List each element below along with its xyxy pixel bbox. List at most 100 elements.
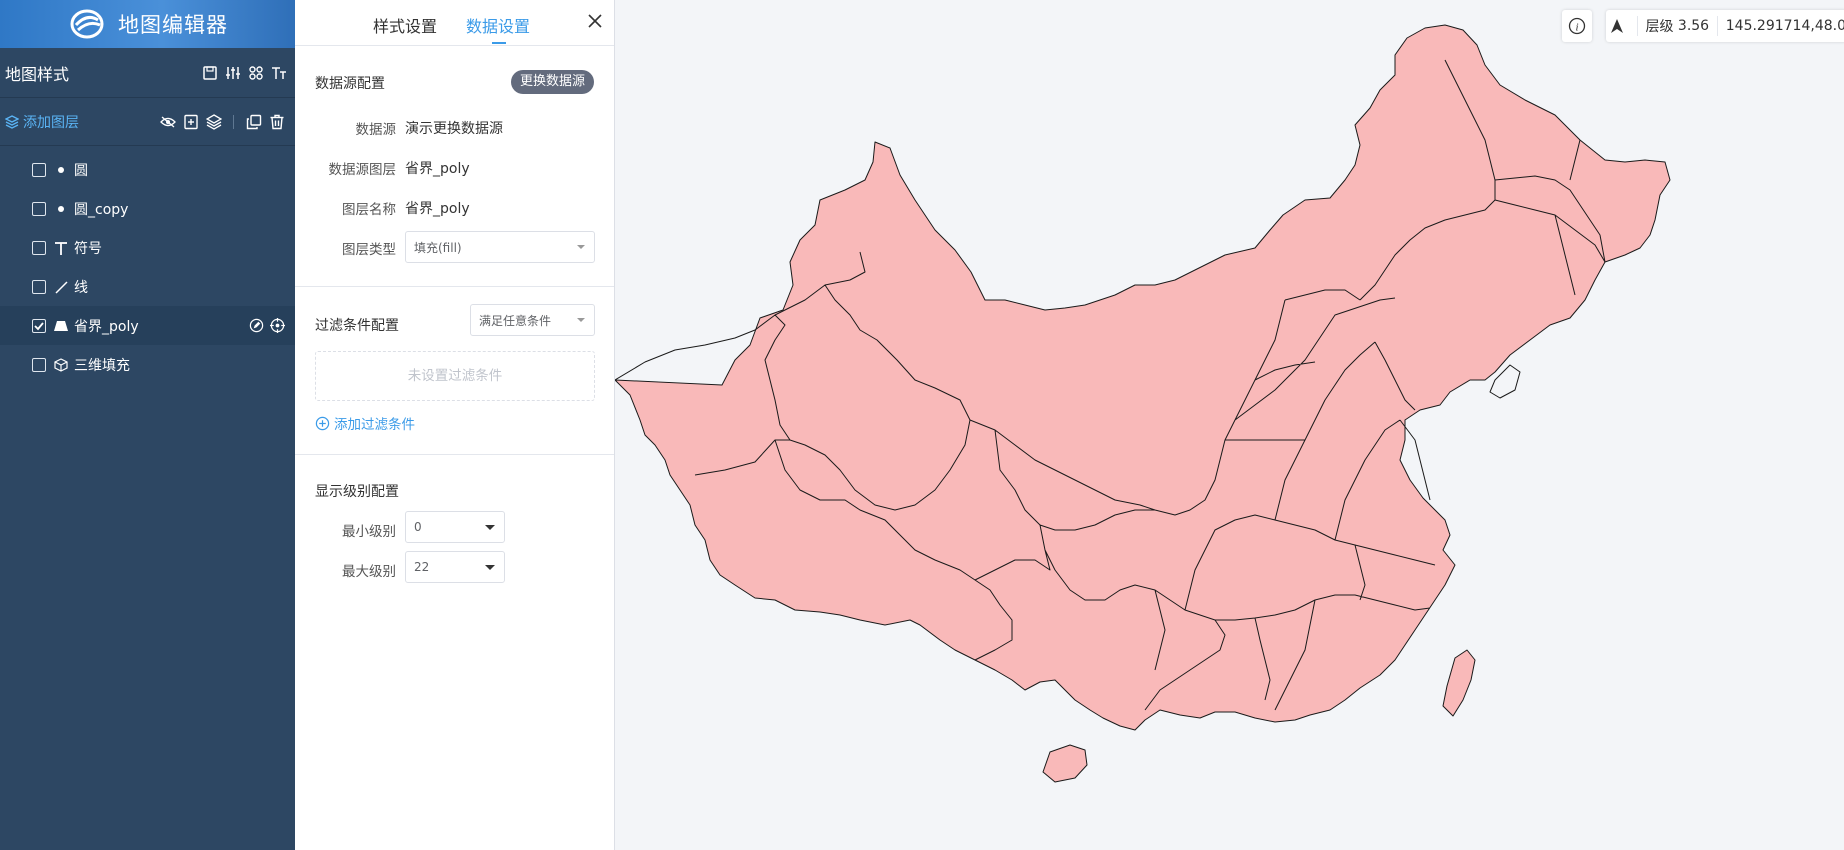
layer-label: 圆_copy: [74, 201, 129, 218]
datasource-title: 数据源配置: [315, 76, 385, 92]
delete-icon[interactable]: [269, 114, 285, 130]
edit-icon[interactable]: [249, 318, 264, 333]
info-icon: i: [1568, 17, 1586, 35]
info-button[interactable]: i: [1562, 10, 1592, 42]
source-layer-value: 省界_poly: [405, 161, 470, 177]
layer-label: 三维填充: [74, 357, 130, 374]
map-canvas[interactable]: i 层级 3.56 145.291714,48.0: [615, 0, 1844, 850]
layer-item[interactable]: 符号: [0, 228, 295, 267]
max-zoom-label: 最大级别: [342, 564, 396, 580]
layer-label: 省界_poly: [74, 318, 139, 335]
add-filter-label: 添加过滤条件: [334, 417, 415, 433]
eye-hide-icon[interactable]: [160, 114, 176, 130]
add-layer-button[interactable]: 添加图层: [5, 112, 79, 132]
min-zoom-value: 0: [414, 520, 422, 534]
add-circle-icon: [315, 416, 330, 430]
panel-tabs: 样式设置 数据设置: [295, 0, 614, 46]
layer-item[interactable]: 圆_copy: [0, 189, 295, 228]
layer-checkbox[interactable]: [32, 240, 46, 255]
min-zoom-label: 最小级别: [342, 524, 396, 540]
add-file-icon[interactable]: [183, 114, 199, 130]
filter-mode-value: 满足任意条件: [479, 313, 552, 328]
zoom-level-label: 层级: [1645, 19, 1674, 35]
zoom-level-value: 3.56: [1677, 18, 1710, 34]
circle-icon: [54, 202, 68, 216]
map-status-bar: 层级 3.56 145.291714,48.0: [1606, 10, 1844, 42]
layer-settings-panel: 样式设置 数据设置 数据源配置 更换数据源 数据源 演示更换数据源 数据源图层 …: [295, 0, 615, 850]
layer-label: 线: [74, 279, 88, 296]
layer-list: 圆 圆_copy 符号 线 省界_poly 三维填充: [0, 146, 295, 384]
source-layer-label: 数据源图层: [328, 162, 397, 178]
chevron-down-icon: [485, 525, 495, 530]
max-zoom-value: 22: [414, 560, 430, 574]
divider: [1636, 16, 1638, 36]
tab-data-settings[interactable]: 数据设置: [466, 13, 530, 37]
layer-toolbar: 添加图层: [0, 98, 295, 146]
layers-add-icon: [5, 114, 19, 129]
app-header: 地图编辑器: [0, 0, 295, 48]
locate-icon[interactable]: [270, 318, 285, 333]
app-logo-icon: [70, 9, 104, 39]
add-filter-button[interactable]: 添加过滤条件: [315, 413, 415, 433]
circle-icon: [54, 163, 68, 177]
layer-checkbox[interactable]: [32, 357, 46, 372]
filter-section: 过滤条件配置 满足任意条件 未设置过滤条件 添加过滤条件: [295, 287, 614, 455]
layer-type-select[interactable]: 填充(fill): [405, 231, 595, 263]
layer-checkbox[interactable]: [32, 201, 46, 216]
layer-label: 符号: [74, 240, 102, 257]
hainan: [1042, 744, 1088, 783]
layer-checkbox-checked[interactable]: [32, 318, 46, 333]
active-tab-indicator: [492, 42, 506, 44]
datasource-section: 数据源配置 更换数据源 数据源 演示更换数据源 数据源图层 省界_poly 图层…: [295, 46, 614, 287]
layer-name-value: 省界_poly: [405, 201, 470, 217]
max-zoom-select[interactable]: 22: [405, 551, 505, 583]
font-icon[interactable]: [271, 65, 287, 81]
polygon-icon: [54, 319, 68, 333]
change-datasource-button[interactable]: 更换数据源: [510, 70, 594, 94]
layer-item[interactable]: 圆: [0, 150, 295, 189]
chevron-down-icon: [577, 245, 585, 249]
zoom-range-title: 显示级别配置: [315, 484, 399, 500]
min-zoom-select[interactable]: 0: [405, 511, 505, 543]
map-style-bar: 地图样式: [0, 48, 295, 98]
empty-filter-placeholder: 未设置过滤条件: [315, 351, 595, 401]
china-province-map[interactable]: [615, 0, 1844, 850]
sprite-grid-icon[interactable]: [248, 65, 264, 81]
taiwan: [1442, 649, 1476, 717]
adjust-sliders-icon[interactable]: [225, 65, 241, 81]
save-icon[interactable]: [202, 65, 218, 81]
add-layer-label: 添加图层: [23, 114, 79, 131]
layer-item-active[interactable]: 省界_poly: [0, 306, 295, 345]
layer-type-label: 图层类型: [342, 242, 396, 258]
filter-title: 过滤条件配置: [315, 318, 399, 334]
layer-checkbox[interactable]: [32, 279, 46, 294]
layers-icon[interactable]: [206, 113, 222, 130]
toolbar-divider: [233, 114, 239, 129]
line-icon: [54, 280, 68, 294]
svg-text:i: i: [1575, 22, 1578, 34]
datasource-value: 演示更换数据源: [405, 121, 503, 137]
app-title: 地图编辑器: [118, 13, 228, 37]
layer-checkbox[interactable]: [32, 162, 46, 177]
divider: [1717, 16, 1718, 36]
chevron-down-icon: [485, 565, 495, 570]
copy-icon[interactable]: [246, 114, 262, 130]
layer-item[interactable]: 三维填充: [0, 345, 295, 384]
tab-style-settings[interactable]: 样式设置: [373, 13, 437, 37]
datasource-label: 数据源: [355, 122, 397, 138]
left-sidebar: 地图编辑器 地图样式 添加图层 圆 圆_copy 符号 线 省界_poly 三维…: [0, 0, 295, 850]
cube-icon: [54, 357, 68, 372]
zoom-range-section: 显示级别配置 最小级别 0 最大级别 22: [295, 455, 614, 655]
cursor-coordinates: 145.291714,48.0: [1725, 18, 1844, 34]
text-symbol-icon: [54, 241, 68, 255]
filter-mode-select[interactable]: 满足任意条件: [470, 304, 595, 336]
layer-type-value: 填充(fill): [414, 240, 462, 255]
map-style-title: 地图样式: [5, 64, 70, 84]
check-icon: [34, 321, 44, 330]
close-icon[interactable]: [586, 12, 604, 30]
chevron-down-icon: [577, 318, 585, 322]
layer-item[interactable]: 线: [0, 267, 295, 306]
north-arrow-icon[interactable]: [1606, 18, 1629, 34]
layer-name-label: 图层名称: [342, 202, 396, 218]
layer-label: 圆: [74, 162, 88, 179]
